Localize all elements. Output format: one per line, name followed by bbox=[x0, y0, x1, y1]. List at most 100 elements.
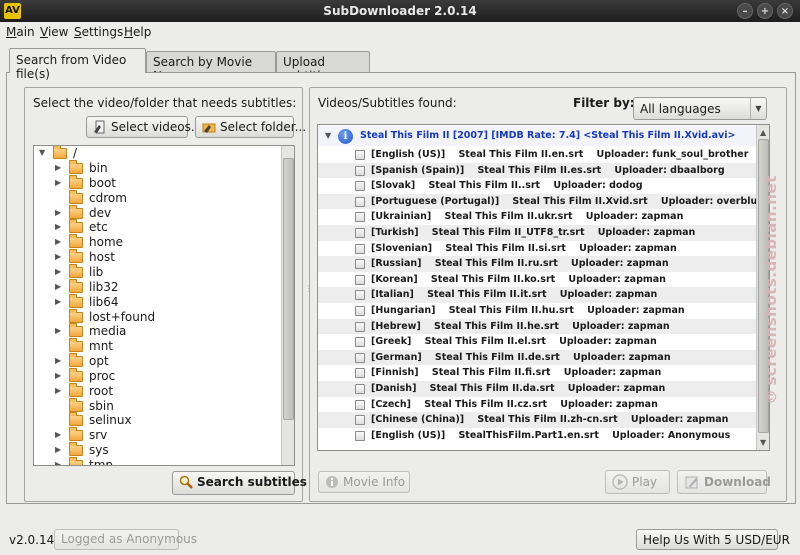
subtitle-row[interactable]: [Hebrew] Steal This Film II.he.srt Uploa… bbox=[318, 318, 756, 335]
subtitle-row[interactable]: [Italian] Steal This Film II.it.srt Uplo… bbox=[318, 287, 756, 303]
subtitle-checkbox[interactable] bbox=[355, 321, 365, 332]
subtitle-row[interactable]: [English (US)] Steal This Film II.en.srt… bbox=[318, 147, 756, 163]
language-filter-select[interactable]: All languages ▼ bbox=[633, 97, 767, 120]
tree-item[interactable]: ▶ bin bbox=[39, 160, 279, 176]
subtitle-row[interactable]: [Hungarian] Steal This Film II.hu.srt Up… bbox=[318, 303, 756, 319]
tab-upload-subtitles[interactable]: Upload subtitles bbox=[276, 51, 370, 83]
expand-arrow-icon[interactable]: ▶ bbox=[55, 237, 63, 246]
tree-item[interactable]: ▶ media bbox=[39, 323, 279, 339]
close-button[interactable]: × bbox=[777, 3, 793, 19]
tree-scrollbar[interactable] bbox=[281, 146, 294, 465]
tree-scrollbar-thumb[interactable] bbox=[283, 158, 294, 420]
movie-info-button[interactable]: Movie Info bbox=[318, 471, 410, 493]
subtitle-checkbox[interactable] bbox=[355, 430, 365, 441]
expand-arrow-icon[interactable]: ▶ bbox=[55, 297, 63, 306]
tree-item[interactable]: lost+found bbox=[39, 308, 279, 325]
expand-arrow-icon[interactable]: ▶ bbox=[55, 178, 63, 187]
menu-settings[interactable]: Settings bbox=[74, 25, 123, 39]
subtitle-checkbox[interactable] bbox=[355, 243, 365, 254]
tree-item[interactable]: ▶ home bbox=[39, 234, 279, 250]
tree-item[interactable]: selinux bbox=[39, 412, 279, 428]
expand-arrow-icon[interactable]: ▶ bbox=[55, 460, 63, 465]
video-header-row[interactable]: ▼ i Steal This Film II [2007] [IMDB Rate… bbox=[318, 126, 756, 146]
subtitle-row[interactable]: [Spanish (Spain)] Steal This Film II.es.… bbox=[318, 162, 756, 179]
subtitles-list[interactable]: ▼ i Steal This Film II [2007] [IMDB Rate… bbox=[317, 124, 770, 451]
tree-item[interactable]: ▶ lib bbox=[39, 263, 279, 280]
subtitle-checkbox[interactable] bbox=[355, 306, 365, 316]
subtitle-checkbox[interactable] bbox=[355, 274, 365, 285]
expand-arrow-icon[interactable]: ▶ bbox=[55, 445, 63, 454]
tab-search-from-video[interactable]: Search from Video file(s) bbox=[9, 48, 146, 81]
subtitle-row[interactable]: [Turkish] Steal This Film II_UTF8_tr.srt… bbox=[318, 225, 756, 241]
minimize-button[interactable]: – bbox=[737, 3, 753, 19]
subtitle-checkbox[interactable] bbox=[355, 165, 365, 176]
select-videos-button[interactable]: Select videos... bbox=[86, 116, 202, 138]
expand-arrow-icon[interactable]: ▶ bbox=[55, 208, 63, 217]
subtitle-checkbox[interactable] bbox=[355, 399, 365, 410]
subtitle-row[interactable]: [Slovak] Steal This Film II..srt Uploade… bbox=[318, 178, 756, 194]
folder-tree[interactable]: ▼ / ▶ bin ▶ boot cdrom ▶ dev ▶ etc ▶ home ▶ host ▶ lib… bbox=[33, 145, 295, 466]
expand-arrow-icon[interactable]: ▶ bbox=[55, 430, 63, 439]
tree-item[interactable]: ▶ lib64 bbox=[39, 293, 279, 310]
subtitle-row[interactable]: [Czech] Steal This Film II.cz.srt Upload… bbox=[318, 397, 756, 413]
subtitle-checkbox[interactable] bbox=[355, 196, 365, 207]
play-button[interactable]: Play bbox=[605, 470, 670, 494]
search-subtitles-button[interactable]: Search subtitles bbox=[172, 471, 307, 495]
tree-item[interactable]: sbin bbox=[39, 397, 279, 414]
menu-help[interactable]: Help bbox=[124, 25, 151, 39]
subtitle-row[interactable]: [Finnish] Steal This Film II.fi.srt Uplo… bbox=[318, 365, 756, 381]
expand-arrow-icon[interactable]: ▶ bbox=[55, 222, 63, 231]
subtitle-checkbox[interactable] bbox=[355, 150, 365, 160]
collapse-arrow-icon[interactable]: ▼ bbox=[325, 131, 333, 140]
subtitle-checkbox[interactable] bbox=[355, 415, 365, 426]
tree-item[interactable]: cdrom bbox=[39, 189, 279, 206]
tab-search-by-movie-name[interactable]: Search by Movie Name bbox=[146, 51, 276, 83]
tree-item[interactable]: ▶ srv bbox=[39, 427, 279, 443]
tree-item[interactable]: ▶ lib32 bbox=[39, 278, 279, 295]
tree-item[interactable]: ▶ host bbox=[39, 249, 279, 265]
subtitle-checkbox[interactable] bbox=[355, 352, 365, 363]
tree-item[interactable]: ▶ tmp bbox=[39, 457, 279, 465]
tree-item[interactable]: ▶ sys bbox=[39, 442, 279, 458]
subtitle-checkbox[interactable] bbox=[355, 212, 365, 223]
subtitle-row[interactable]: [Danish] Steal This Film II.da.srt Uploa… bbox=[318, 381, 756, 397]
subtitle-row[interactable]: [Ukrainian] Steal This Film II.ukr.srt U… bbox=[318, 209, 756, 225]
help-donate-button[interactable]: Help Us With 5 USD/EUR bbox=[636, 529, 790, 550]
expand-arrow-icon[interactable]: ▶ bbox=[55, 356, 63, 365]
subtitle-checkbox[interactable] bbox=[355, 290, 365, 301]
subtitle-row[interactable]: [English (US)] StealThisFilm.Part1.en.sr… bbox=[318, 428, 756, 444]
subtitle-checkbox[interactable] bbox=[355, 259, 365, 270]
subtitle-checkbox[interactable] bbox=[355, 337, 365, 348]
expand-arrow-icon[interactable]: ▶ bbox=[55, 386, 63, 395]
subtitle-checkbox[interactable] bbox=[355, 228, 365, 238]
subtitle-row[interactable]: [Greek] Steal This Film II.el.srt Upload… bbox=[318, 334, 756, 350]
tree-item[interactable]: ▶ etc bbox=[39, 219, 279, 235]
subtitle-checkbox[interactable] bbox=[355, 368, 365, 379]
subtitle-row[interactable]: [Korean] Steal This Film II.ko.srt Uploa… bbox=[318, 272, 756, 288]
expand-arrow-icon[interactable]: ▶ bbox=[55, 267, 63, 276]
tree-item[interactable]: ▶ dev bbox=[39, 204, 279, 221]
scroll-up-icon[interactable]: ▲ bbox=[760, 128, 766, 137]
collapse-arrow-icon[interactable]: ▼ bbox=[39, 148, 47, 157]
tree-item[interactable]: ▶ root bbox=[39, 382, 279, 399]
expand-arrow-icon[interactable]: ▶ bbox=[55, 282, 63, 291]
expand-arrow-icon[interactable]: ▶ bbox=[55, 371, 63, 380]
expand-arrow-icon[interactable]: ▶ bbox=[55, 252, 63, 261]
menu-view[interactable]: View bbox=[40, 25, 68, 39]
tree-item[interactable]: ▶ boot bbox=[39, 174, 279, 191]
tree-item[interactable]: mnt bbox=[39, 338, 279, 354]
expand-arrow-icon[interactable]: ▶ bbox=[55, 163, 63, 172]
subtitle-row[interactable]: [Chinese (China)] Steal This Film II.zh-… bbox=[318, 412, 756, 428]
tree-item[interactable]: ▶ opt bbox=[39, 353, 279, 369]
download-button[interactable]: Download bbox=[677, 470, 771, 494]
subtitle-row[interactable]: [German] Steal This Film II.de.srt Uploa… bbox=[318, 349, 756, 366]
scroll-down-icon[interactable]: ▼ bbox=[760, 438, 766, 447]
maximize-button[interactable]: + bbox=[757, 3, 773, 19]
expand-arrow-icon[interactable]: ▶ bbox=[55, 326, 63, 335]
menu-main[interactable]: Main bbox=[6, 25, 35, 39]
subtitle-checkbox[interactable] bbox=[355, 181, 365, 192]
subtitle-checkbox[interactable] bbox=[355, 384, 365, 394]
subtitle-row[interactable]: [Portuguese (Portugal)] Steal This Film … bbox=[318, 193, 764, 210]
tree-root-row[interactable]: ▼ / bbox=[39, 146, 279, 161]
subtitle-row[interactable]: [Russian] Steal This Film II.ru.srt Uplo… bbox=[318, 256, 756, 272]
